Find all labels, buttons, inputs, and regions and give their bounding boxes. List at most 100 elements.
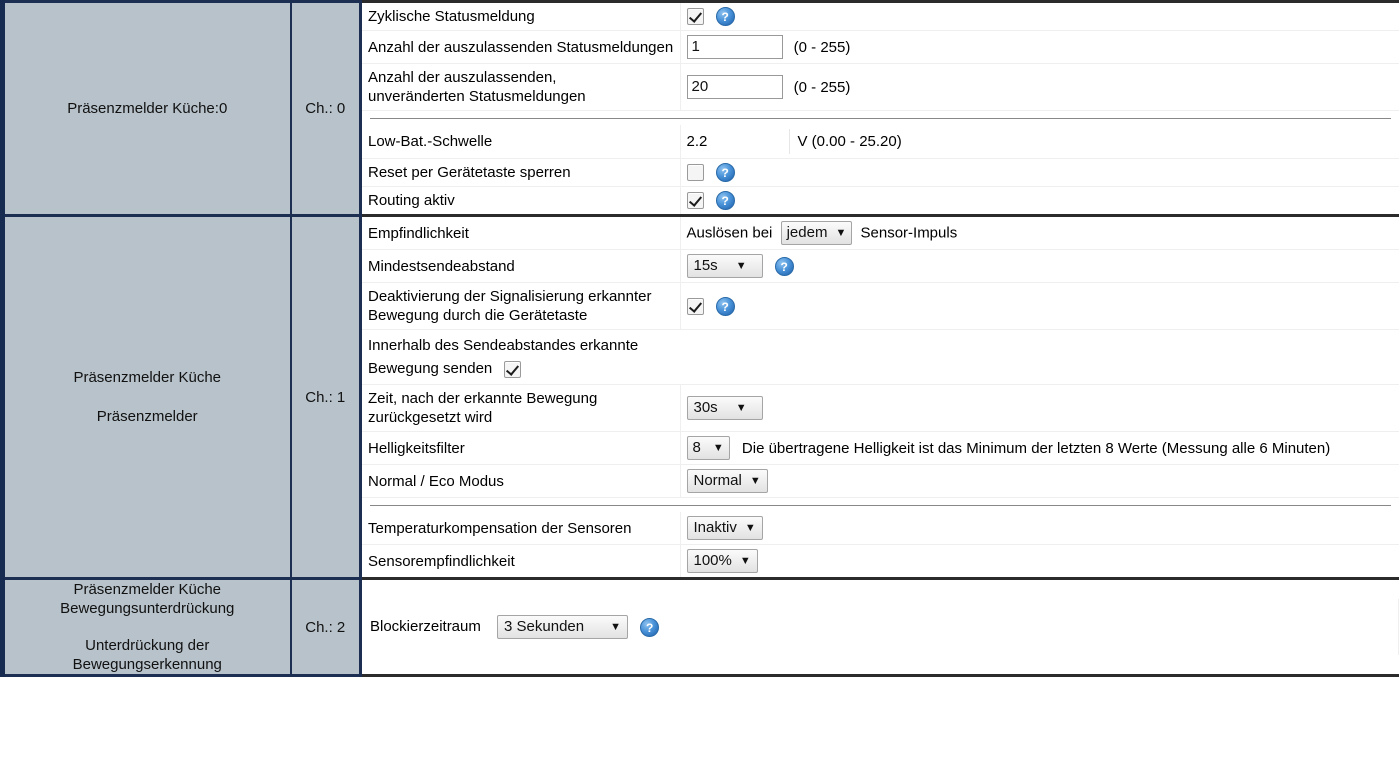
value-deaktivierung-signalisierung: ? <box>680 282 1399 330</box>
channel-row-2: Präsenzmelder Küche Bewegungsunterdrücku… <box>0 577 1399 677</box>
select-helligkeitsfilter-value: 8 <box>692 439 701 456</box>
label-normal-eco-modus: Normal / Eco Modus <box>362 464 681 498</box>
parameter-page: Präsenzmelder Küche:0 Ch.: 0 Zyklische S… <box>0 0 1399 783</box>
param-separator-0 <box>362 111 1399 126</box>
divider-line <box>370 118 1391 119</box>
channel-row-0: Präsenzmelder Küche:0 Ch.: 0 Zyklische S… <box>0 0 1399 217</box>
label-innerhalb-sendeabstand: Innerhalb des Sendeabstandes erkannte <box>368 337 639 354</box>
label-bewegung-senden: Bewegung senden <box>362 357 680 385</box>
param-row-zeit-zuruecksetzen: Zeit, nach der erkannte Bewegung zurückg… <box>362 384 1399 432</box>
value-helligkeitsfilter: 8 ▼ Die übertragene Helligkeit ist das Mi… <box>680 431 1399 465</box>
select-zeit-zuruecksetzen[interactable]: 30s ▼ <box>686 396 763 420</box>
param-row-helligkeitsfilter: Helligkeitsfilter 8 ▼ Die übertragene Hel… <box>362 431 1399 465</box>
value-zyklische-statusmeldung: ? <box>680 3 1399 31</box>
input-anzahl-statusmeldungen[interactable]: 1 <box>686 35 783 59</box>
channel-params-2: Blockierzeitraum 3 Sekunden ▼ ? <box>360 577 1399 677</box>
value-routing-aktiv: ? <box>680 187 1399 215</box>
label-mindestsendeabstand: Mindestsendeabstand <box>362 249 681 283</box>
channel-number-text-1: Ch.: 1 <box>305 388 346 406</box>
param-row-deaktivierung-signalisierung: Deaktivierung der Signalisierung erkannt… <box>362 282 1399 330</box>
param-row-mindestsendeabstand: Mindestsendeabstand 15s ▼ ? <box>362 249 1399 283</box>
label-routing-aktiv: Routing aktiv <box>362 186 681 214</box>
help-icon[interactable]: ? <box>715 296 735 316</box>
channel-number-0: Ch.: 0 <box>290 0 362 217</box>
select-empfindlichkeit-value: jedem <box>786 224 828 241</box>
value-low-bat-schwelle: 2.2 V (0.00 - 25.20) <box>680 125 1399 159</box>
checkbox-zyklische-statusmeldung[interactable] <box>686 8 704 25</box>
param-table-1: Empfindlichkeit Auslösen bei jedem ▼ Sens… <box>362 217 1399 577</box>
help-icon[interactable]: ? <box>715 163 735 182</box>
channel-number-text-0: Ch.: 0 <box>305 100 346 117</box>
select-helligkeitsfilter[interactable]: 8 ▼ <box>686 436 730 460</box>
value-normal-eco-modus: Normal ▼ <box>680 464 1399 498</box>
label-zyklische-statusmeldung: Zyklische Statusmeldung <box>362 3 681 31</box>
value-zeit-zuruecksetzen: 30s ▼ <box>680 384 1399 432</box>
channel-name-2: Präsenzmelder Küche Bewegungsunterdrücku… <box>0 577 292 677</box>
help-icon[interactable]: ? <box>640 617 660 637</box>
checkbox-bewegung-senden[interactable] <box>504 360 522 378</box>
value-temperaturkompensation: Inaktiv ▼ <box>680 512 1399 545</box>
param-row-sensorempfindlichkeit: Sensorempfindlichkeit 100% ▼ <box>362 544 1399 577</box>
value-bewegung-senden <box>680 357 1399 385</box>
help-icon[interactable]: ? <box>774 256 794 276</box>
select-normal-eco-modus[interactable]: Normal ▼ <box>686 469 768 493</box>
channel-name-text-0: Präsenzmelder Küche:0 <box>67 100 228 117</box>
channel-subtitle-1: Präsenzmelder <box>96 408 198 425</box>
label-deaktivierung-signalisierung: Deaktivierung der Signalisierung erkannt… <box>362 282 681 330</box>
label-deaktivierung-line1: Deaktivierung der Signalisierung erkannt… <box>368 288 652 305</box>
param-row-low-bat-schwelle: Low-Bat.-Schwelle 2.2 V (0.00 - 25.20) <box>362 125 1399 159</box>
chevron-down-icon: ▼ <box>835 227 847 239</box>
chevron-down-icon: ▼ <box>749 475 761 487</box>
select-mindestsendeabstand[interactable]: 15s ▼ <box>686 254 763 278</box>
param-row-empfindlichkeit: Empfindlichkeit Auslösen bei jedem ▼ Sens… <box>362 217 1399 250</box>
label-temperaturkompensation: Temperaturkompensation der Sensoren <box>362 512 681 545</box>
select-blockierzeitraum-value: 3 Sekunden <box>504 618 585 635</box>
separator-cell-0 <box>362 111 1399 126</box>
channel-name-text-1: Präsenzmelder Küche <box>73 369 222 386</box>
param-row-bewegung-senden: Bewegung senden <box>362 357 1399 385</box>
channel-name-text-2-line1: Präsenzmelder Küche <box>73 581 222 598</box>
suffix-empfindlichkeit: Sensor-Impuls <box>860 224 958 242</box>
input-anzahl-unveraenderte[interactable]: 20 <box>686 75 783 99</box>
value-anzahl-statusmeldungen: 1 (0 - 255) <box>680 30 1399 64</box>
select-empfindlichkeit[interactable]: jedem ▼ <box>780 221 853 245</box>
prefix-empfindlichkeit: Auslösen bei <box>686 224 773 242</box>
unit-low-bat-schwelle: V (0.00 - 25.20) <box>797 133 902 150</box>
chevron-down-icon: ▼ <box>610 621 622 633</box>
label-anzahl-unveraenderte-line1: Anzahl der auszulassenden, <box>368 69 557 86</box>
label-anzahl-statusmeldungen: Anzahl der auszulassenden Statusmeldunge… <box>362 30 681 64</box>
input-low-bat-schwelle[interactable]: 2.2 <box>680 129 790 154</box>
label-blockierzeitraum: Blockierzeitraum 3 Sekunden ▼ ? <box>362 599 1399 655</box>
param-table-0: Zyklische Statusmeldung ? Anzahl der aus… <box>362 3 1399 214</box>
label-anzahl-unveraenderte-line2: unveränderten Statusmeldungen <box>368 88 586 105</box>
param-row-anzahl-statusmeldungen: Anzahl der auszulassenden Statusmeldunge… <box>362 30 1399 64</box>
divider-line <box>370 505 1391 506</box>
checkbox-deaktivierung-signalisierung[interactable] <box>686 297 704 315</box>
help-icon[interactable]: ? <box>715 7 735 26</box>
label-anzahl-unveraenderte: Anzahl der auszulassenden, unveränderten… <box>362 63 681 111</box>
label-bewegung-senden-text: Bewegung senden <box>368 360 493 377</box>
channel-subtitle-2-line2: Bewegungserkennung <box>72 656 222 673</box>
channel-number-1: Ch.: 1 <box>290 214 362 580</box>
checkbox-reset-sperren[interactable] <box>686 164 704 181</box>
value-innerhalb-sendeabstand <box>680 330 1399 358</box>
select-sensorempfindlichkeit[interactable]: 100% ▼ <box>686 549 758 573</box>
label-reset-sperren: Reset per Gerätetaste sperren <box>362 158 681 187</box>
select-blockierzeitraum[interactable]: 3 Sekunden ▼ <box>497 615 629 639</box>
param-table-2: Blockierzeitraum 3 Sekunden ▼ ? <box>362 599 1399 655</box>
label-blockierzeitraum-text: Blockierzeitraum <box>370 617 481 635</box>
select-temperaturkompensation[interactable]: Inaktiv ▼ <box>686 516 763 540</box>
chevron-down-icon: ▼ <box>735 402 747 414</box>
channel-params-0: Zyklische Statusmeldung ? Anzahl der aus… <box>360 0 1399 217</box>
checkbox-routing-aktiv[interactable] <box>686 192 704 209</box>
chevron-down-icon: ▼ <box>735 260 747 272</box>
param-row-innerhalb-sendeabstand: Innerhalb des Sendeabstandes erkannte <box>362 330 1399 358</box>
label-empfindlichkeit: Empfindlichkeit <box>362 217 681 250</box>
param-row-temperaturkompensation: Temperaturkompensation der Sensoren Inak… <box>362 512 1399 545</box>
param-row-anzahl-unveraenderte: Anzahl der auszulassenden, unveränderten… <box>362 63 1399 111</box>
param-row-routing-aktiv: Routing aktiv ? <box>362 186 1399 215</box>
help-icon[interactable]: ? <box>715 191 735 210</box>
value-reset-sperren: ? <box>680 158 1399 187</box>
select-temperaturkompensation-value: Inaktiv <box>693 519 737 536</box>
label-low-bat-schwelle: Low-Bat.-Schwelle <box>362 125 681 159</box>
